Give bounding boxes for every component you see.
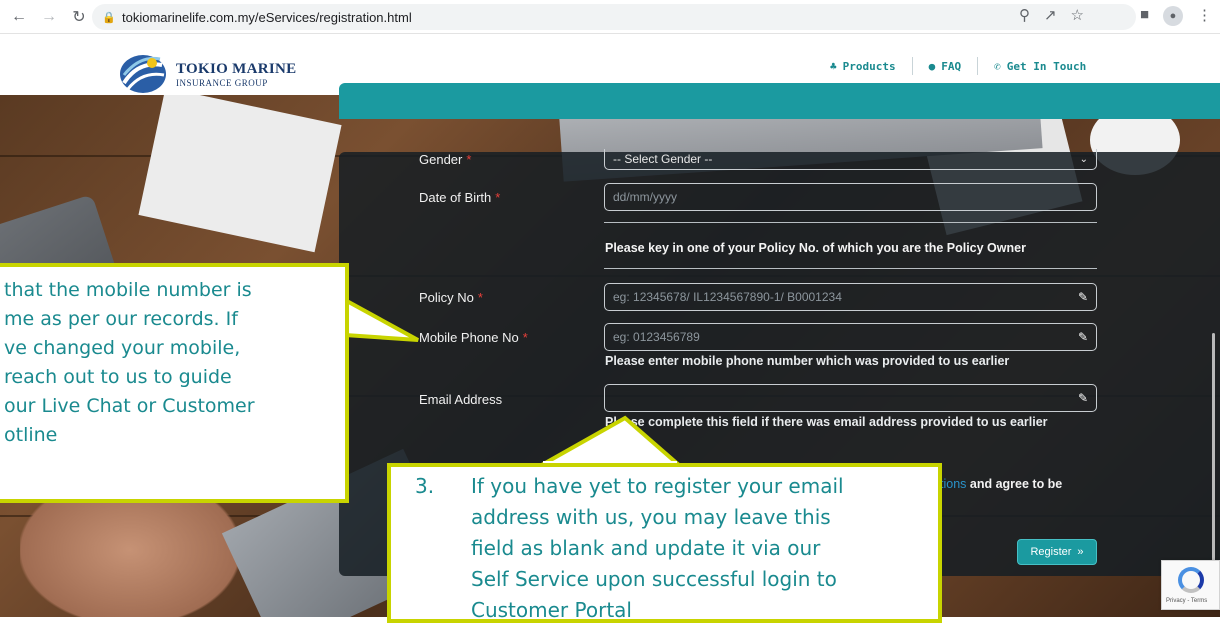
- recaptcha-text: Privacy - Terms: [1166, 598, 1208, 604]
- terms-text: tions and agree to be: [940, 477, 1062, 491]
- pencil-icon: ✎: [1077, 391, 1088, 405]
- gender-select-value: -- Select Gender --: [613, 152, 713, 166]
- dob-input[interactable]: dd/mm/yyyy: [604, 183, 1097, 211]
- chat-bubble-icon: ●: [928, 59, 936, 73]
- header-teal-bar: [339, 83, 1220, 119]
- mobile-placeholder: eg: 0123456789: [613, 330, 700, 344]
- nav-products[interactable]: ♣ Products: [814, 60, 912, 73]
- register-button[interactable]: Register »: [1017, 539, 1097, 565]
- menu-kebab-icon[interactable]: ⋮: [1197, 6, 1212, 26]
- logo-mark-icon: [118, 53, 168, 95]
- callout-bottom-line: Self Service upon successful login to: [471, 567, 837, 591]
- back-icon[interactable]: ←: [8, 6, 30, 28]
- address-bar[interactable]: 🔒 tokiomarinelife.com.my/eServices/regis…: [92, 4, 1136, 30]
- mobile-label: Mobile Phone No *: [419, 330, 528, 345]
- chevron-down-icon: ⌄: [1079, 153, 1088, 165]
- forward-icon[interactable]: →: [38, 6, 60, 28]
- policy-input[interactable]: eg: 12345678/ IL1234567890-1/ B0001234 ✎: [604, 283, 1097, 311]
- terms-rest: and agree to be: [966, 477, 1063, 491]
- policy-owner-notice: Please key in one of your Policy No. of …: [605, 241, 1026, 255]
- dob-placeholder: dd/mm/yyyy: [613, 190, 678, 204]
- callout-bottom-line: Customer Portal: [471, 598, 632, 622]
- register-label: Register: [1030, 546, 1072, 558]
- scrollbar-thumb[interactable]: [1212, 333, 1215, 595]
- logo-line1: TOKIO MARINE: [176, 60, 297, 77]
- nav-faq-label: FAQ: [941, 59, 962, 73]
- callout-left-line: reach out to us to guide: [4, 366, 232, 388]
- policy-placeholder: eg: 12345678/ IL1234567890-1/ B0001234: [613, 290, 842, 304]
- callout-bottom-line: field as blank and update it via our: [471, 536, 821, 560]
- nav-contact[interactable]: ✆ Get In Touch: [978, 60, 1102, 73]
- gender-select[interactable]: -- Select Gender -- ⌄: [604, 149, 1097, 170]
- nav-contact-label: Get In Touch: [1006, 59, 1087, 73]
- lock-icon: 🔒: [102, 12, 116, 24]
- zoom-icon[interactable]: ⚲: [1019, 6, 1030, 24]
- callout-left-line: our Live Chat or Customer: [4, 395, 255, 417]
- logo-line2: INSURANCE GROUP: [176, 77, 268, 88]
- recaptcha-icon: [1178, 567, 1204, 593]
- divider-bottom: [604, 268, 1097, 269]
- reload-icon[interactable]: ↻: [68, 6, 90, 28]
- nav-products-label: Products: [842, 59, 896, 73]
- divider-top: [604, 222, 1097, 223]
- browser-toolbar: ← → ↻ 🔒 tokiomarinelife.com.my/eServices…: [0, 0, 1220, 34]
- callout-bottom-line: address with us, you may leave this: [471, 505, 831, 529]
- pencil-icon: ✎: [1077, 330, 1088, 344]
- gender-label: Gender *: [419, 152, 472, 167]
- callout-left-line: otline: [4, 424, 58, 446]
- bookmark-star-icon[interactable]: ☆: [1071, 6, 1084, 24]
- dob-label: Date of Birth *: [419, 190, 501, 205]
- products-icon: ♣: [830, 59, 837, 73]
- policy-label: Policy No *: [419, 290, 483, 305]
- email-label: Email Address: [419, 392, 503, 407]
- pencil-icon: ✎: [1077, 290, 1088, 304]
- callout-left-line: ve changed your mobile,: [4, 337, 241, 359]
- callout-left-line: me as per our records. If: [4, 308, 238, 330]
- callout-email-note: 3. If you have yet to register your emai…: [387, 463, 942, 623]
- callout-mobile-note: that the mobile number is me as per our …: [0, 263, 349, 503]
- email-hint: Please complete this field if there was …: [605, 415, 1048, 429]
- mobile-input[interactable]: eg: 0123456789 ✎: [604, 323, 1097, 351]
- double-chevron-right-icon: »: [1077, 546, 1084, 558]
- callout-number: 3.: [415, 474, 435, 498]
- recaptcha-badge[interactable]: Privacy - Terms: [1161, 560, 1220, 610]
- mobile-hint: Please enter mobile phone number which w…: [605, 354, 1010, 368]
- tokio-marine-logo[interactable]: TOKIO MARINE INSURANCE GROUP: [118, 53, 296, 95]
- url-text: tokiomarinelife.com.my/eServices/registr…: [122, 9, 412, 25]
- terms-link[interactable]: tions: [940, 477, 966, 491]
- phone-icon: ✆: [994, 59, 1001, 73]
- callout-left-line: that the mobile number is: [4, 279, 252, 301]
- profile-avatar-icon[interactable]: ●: [1163, 6, 1183, 26]
- sidepanel-icon[interactable]: ■: [1140, 6, 1149, 26]
- top-navigation: ♣ Products ● FAQ ✆ Get In Touch: [814, 57, 1102, 75]
- share-icon[interactable]: ↗: [1044, 6, 1057, 24]
- callout-bottom-line: If you have yet to register your email: [471, 474, 844, 498]
- nav-faq[interactable]: ● FAQ: [913, 60, 978, 73]
- email-input[interactable]: ✎: [604, 384, 1097, 412]
